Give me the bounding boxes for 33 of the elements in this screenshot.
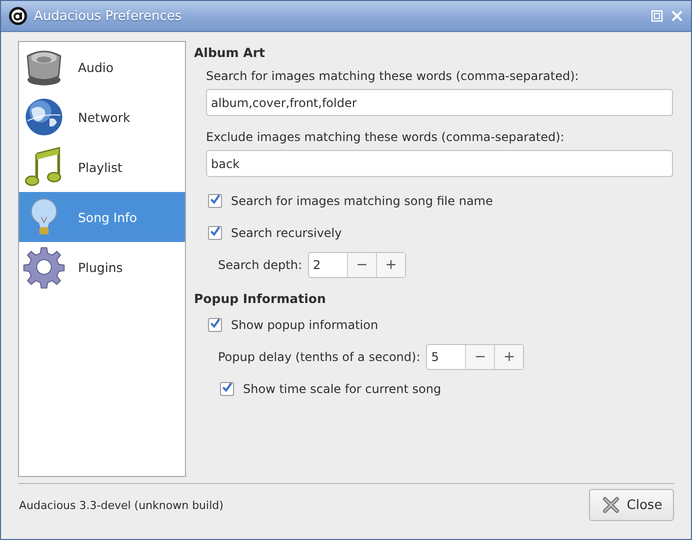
sidebar-item[interactable]: Plugins (19, 242, 185, 292)
increment-button[interactable]: + (494, 345, 524, 369)
spin-box[interactable]: 5 − + (426, 344, 524, 370)
field-label: Search depth: (218, 258, 302, 272)
increment-button[interactable]: + (376, 253, 406, 277)
checkbox-label: Show time scale for current song (243, 382, 442, 396)
field-label: Search for images matching these words (comma-separated): (206, 68, 580, 85)
input-field[interactable]: album,cover,front,folder (206, 89, 673, 116)
gear-icon (22, 245, 66, 289)
decrement-button[interactable]: − (348, 253, 376, 277)
sidebar-item[interactable]: Network (19, 92, 185, 142)
checkbox[interactable] (208, 194, 222, 208)
close-icon (600, 495, 621, 515)
window-title: Audacious Preferences (34, 8, 182, 24)
checkbox-label: Search recursively (231, 226, 342, 240)
checkbox-label: Show popup information (231, 318, 378, 332)
field-label: Exclude images matching these words (comma-separated): (206, 129, 566, 146)
version-label: Audacious 3.3-devel (unknown build) (18, 498, 224, 512)
section-heading: Popup Information (194, 290, 327, 308)
sidebar-item[interactable]: Audio (19, 42, 185, 92)
sidebar-item[interactable]: Playlist (19, 142, 185, 192)
close-icon[interactable] (671, 10, 683, 22)
input-field[interactable]: back (206, 150, 673, 177)
checkbox[interactable] (208, 318, 222, 332)
decrement-button[interactable]: − (466, 345, 494, 369)
spin-box[interactable]: 2 − + (308, 252, 406, 278)
app-logo-icon (8, 6, 28, 26)
section-heading: Album Art (194, 44, 266, 62)
checkbox-label: Search for images matching song file name (231, 194, 493, 208)
field-label: Popup delay (tenths of a second): (218, 350, 420, 364)
checkbox[interactable] (208, 226, 222, 240)
close-button[interactable]: Close (589, 489, 674, 521)
checkbox[interactable] (220, 382, 234, 396)
